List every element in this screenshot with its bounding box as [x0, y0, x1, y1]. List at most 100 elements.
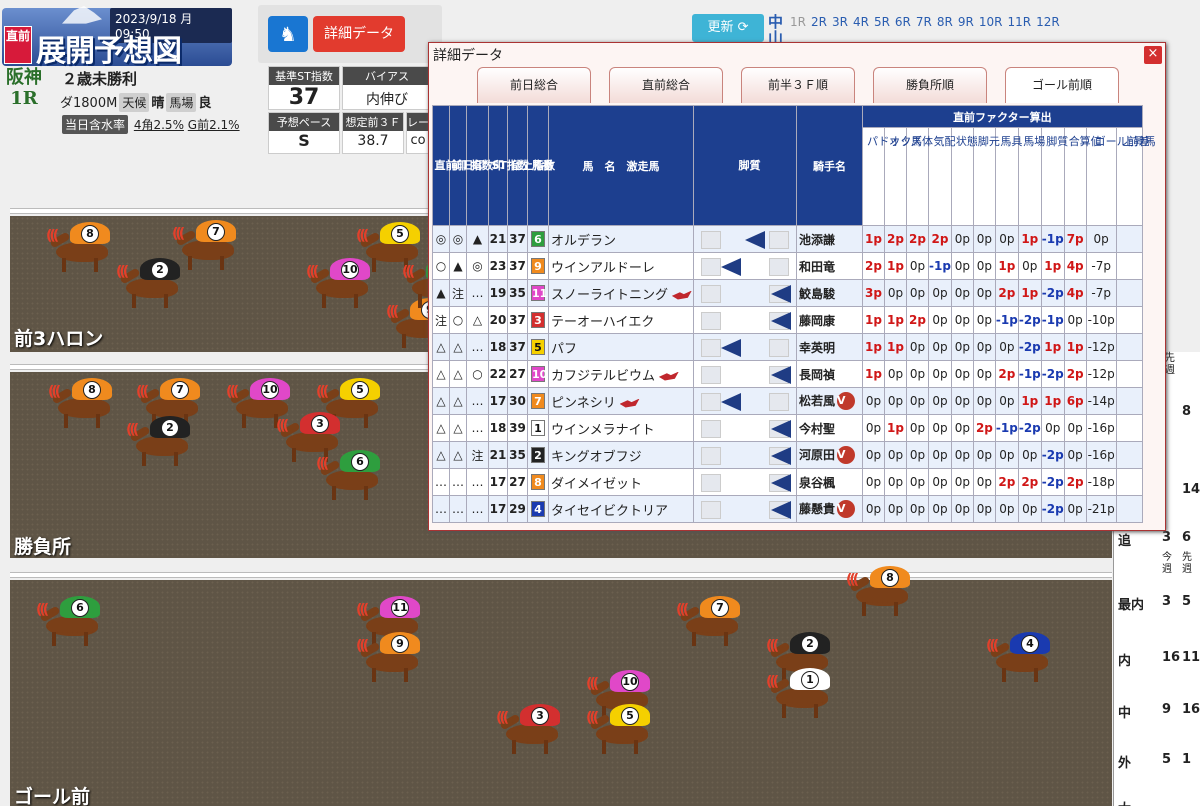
cell-jockey: 幸英明	[796, 333, 863, 361]
dialog-title: 詳細データ	[433, 48, 503, 64]
cell-horse-name[interactable]: テーオーハイエク	[548, 306, 694, 334]
cell-factor: 0p	[950, 252, 974, 280]
tab-4[interactable]: 勝負所順	[873, 67, 987, 103]
race-link-2R[interactable]: 2R	[811, 15, 827, 29]
stat-label: 追	[1118, 534, 1132, 549]
table-row[interactable]: ……… 17 27 8 ダイメイゼット 泉谷楓 0p 0p 0p 0p 0p 0p 2p 2p -2p 2p -…	[432, 468, 1143, 496]
update-button[interactable]: 更新 ⟳	[692, 14, 764, 42]
cell-factor: 0p	[972, 495, 996, 523]
cell-factor: 1p	[1017, 279, 1042, 307]
cell-kyakushitsu	[693, 360, 797, 388]
cell-horse-name[interactable]: キングオブフジ	[548, 441, 694, 469]
stat-value-b: 14	[1182, 482, 1200, 497]
table-row[interactable]: △ △ ○ 22 27 10 カフジテルビウム 長岡禎 1p 0p 0p 0p 0p 0p 2p -1p -2…	[432, 360, 1143, 388]
tab-3[interactable]: 前半３Ｆ順	[741, 67, 855, 103]
horse-icon-button[interactable]: ♞	[268, 16, 308, 52]
race-link-4R[interactable]: 4R	[853, 15, 869, 29]
cell-umaban: 11	[527, 279, 549, 307]
table-row[interactable]: △ △… 18 37 5 パフ 幸英明 1p 1p 0p 0p 0p 0p 0p -2p 1p 1p -12p	[432, 333, 1143, 361]
cell-factor: 0p	[1017, 252, 1042, 280]
table-row[interactable]: 注 ○ △ 20 37 3 テーオーハイエク 藤岡康 1p 1p 2p 0p 0p 0p -1p -2p -1p…	[432, 306, 1143, 334]
cell-horse-name[interactable]: ウインアルドーレ	[548, 252, 694, 280]
cell-factor: 1p	[862, 360, 885, 388]
race-link-7R[interactable]: 7R	[916, 15, 932, 29]
tab-2[interactable]: 直前総合	[609, 67, 723, 103]
cell-factor: -1p	[994, 306, 1019, 334]
cell-horse-name[interactable]: パフ	[548, 333, 694, 361]
cell-factor: 0p	[1063, 495, 1087, 523]
cell-factor: 0p	[972, 252, 996, 280]
fire-icon	[658, 371, 679, 381]
race-conditions: ダ1800M 天候晴馬場良	[60, 92, 211, 112]
race-link-10R[interactable]: 10R	[979, 15, 1003, 29]
cell-sh: 35	[507, 279, 528, 307]
cell-factor: 1p	[884, 306, 907, 334]
leg-marker-icon	[771, 420, 791, 438]
table-row[interactable]: △ △… 18 39 1 ウインメラナイト 今村聖 0p 1p 0p 0p 0p 2p -1p -2p 0p 0…	[432, 414, 1143, 442]
cell-kyakushitsu	[693, 441, 797, 469]
race-link-8R[interactable]: 8R	[937, 15, 953, 29]
v-icon: V	[837, 500, 856, 519]
stat-value-b: 16	[1182, 702, 1200, 717]
logo: 2023/9/18 月 09:50 直前 展開予想図	[2, 6, 232, 69]
cell-m2: …	[449, 468, 467, 496]
cell-factor: 0p	[1017, 441, 1042, 469]
cell-horse-name[interactable]: ダイメイゼット	[548, 468, 694, 496]
table-row[interactable]: ……… 17 29 4 タイセイビクトリア 藤懸貴 V 0p 0p 0p 0p 0p 0p 0p 0p -2p…	[432, 495, 1143, 523]
cell-factor: -1p	[1040, 225, 1065, 253]
cell-m3: …	[466, 468, 489, 496]
race-link-1R[interactable]: 1R	[790, 15, 806, 29]
cell-factor: 0p	[928, 360, 952, 388]
table-row[interactable]: ▲ 注… 19 35 11 スノーライトニング 鮫島駿 3p 0p 0p 0p 0p 0p 2p 1p -2…	[432, 279, 1143, 307]
table-row[interactable]: ○ ▲ ◎ 23 37 9 ウインアルドーレ 和田竜 2p 1p 0p -1p 0p 0p 1p 0p 1p 4p…	[432, 252, 1143, 280]
cell-rising	[1115, 306, 1143, 334]
cell-factor: 1p	[884, 414, 907, 442]
cell-factor: 0p	[928, 468, 952, 496]
cell-factor: 0p	[950, 387, 974, 415]
race-link-12R[interactable]: 12R	[1036, 15, 1060, 29]
cell-factor: 0p	[884, 468, 907, 496]
tab-1[interactable]: 前日総合	[477, 67, 591, 103]
horse-icon: (((2	[126, 416, 192, 466]
race-link-5R[interactable]: 5R	[874, 15, 890, 29]
cell-jockey: 今村聖	[796, 414, 863, 442]
cell-m3: …	[466, 279, 489, 307]
cell-horse-name[interactable]: ピンネシリ	[548, 387, 694, 415]
cell-factor: 0p	[928, 387, 952, 415]
detail-data-button[interactable]: 詳細データ	[313, 16, 405, 52]
table-row[interactable]: △ △ 注 21 35 2 キングオブフジ 河原田 V 0p 0p 0p 0p 0p 0p 0p 0p -2p 0p…	[432, 441, 1143, 469]
leg-marker-icon	[745, 231, 765, 249]
cell-factor: -12p	[1085, 360, 1117, 388]
cell-factor: -2p	[1017, 333, 1042, 361]
cell-horse-name[interactable]: タイセイビクトリア	[548, 495, 694, 523]
race-link-11R[interactable]: 11R	[1007, 15, 1031, 29]
cell-factor: 2p	[1017, 468, 1042, 496]
race-link-3R[interactable]: 3R	[832, 15, 848, 29]
cell-factor: 0p	[972, 225, 996, 253]
table-row[interactable]: △ △… 17 30 7 ピンネシリ 松若風 V 0p 0p 0p 0p 0p 0p 0p 1p 1p 6p -1…	[432, 387, 1143, 415]
cell-horse-name[interactable]: スノーライトニング	[548, 279, 694, 307]
table-row[interactable]: ◎ ◎ ▲ 21 37 6 オルデラン 池添謙 1p 2p 2p 2p 0p 0p 0p 1p -1p 7p 0p	[432, 225, 1143, 253]
cell-umaban: 6	[527, 225, 549, 253]
cell-factor: 0p	[994, 441, 1019, 469]
cell-factor: 0p	[862, 414, 885, 442]
cell-horse-name[interactable]: オルデラン	[548, 225, 694, 253]
cell-m2: △	[449, 441, 467, 469]
cell-horse-name[interactable]: カフジテルビウム	[548, 360, 694, 388]
close-icon[interactable]: ×	[1144, 46, 1162, 64]
race-link-9R[interactable]: 9R	[958, 15, 974, 29]
stat-value-b: 5	[1182, 594, 1192, 609]
logo-badge: 直前	[4, 26, 32, 64]
cell-kyakushitsu	[693, 225, 797, 253]
stat-head: 先週	[1164, 351, 1175, 376]
cell-horse-name[interactable]: ウインメラナイト	[548, 414, 694, 442]
horse-icon: (((4	[986, 632, 1052, 682]
cell-factor: 1p	[1040, 387, 1065, 415]
cell-factor: 1p	[862, 333, 885, 361]
cell-factor: -7p	[1085, 279, 1117, 307]
cell-jockey: 池添謙	[796, 225, 863, 253]
race-link-6R[interactable]: 6R	[895, 15, 911, 29]
cell-sh: 35	[507, 441, 528, 469]
tab-5[interactable]: ゴール前順	[1005, 67, 1119, 103]
cell-factor: 0p	[950, 468, 974, 496]
